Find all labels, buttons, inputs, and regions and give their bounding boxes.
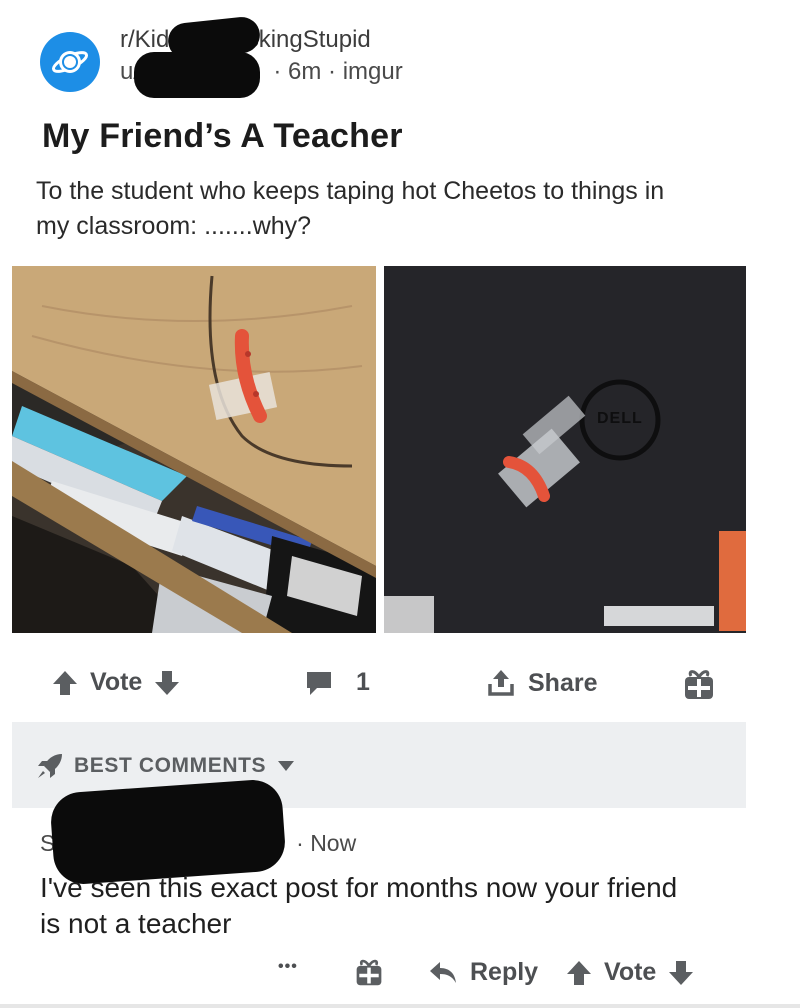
downvote-arrow-icon[interactable] — [154, 669, 180, 697]
post-age: 6m — [288, 58, 322, 85]
comment-downvote-arrow-icon[interactable] — [668, 959, 694, 987]
post-title[interactable]: My Friend’s A Teacher — [42, 117, 403, 156]
comment-award-gift-icon[interactable] — [354, 957, 384, 987]
comments-button[interactable]: 1 — [304, 668, 370, 697]
comment-text: I've seen this exact post for months now… — [40, 872, 678, 939]
comment-upvote-arrow-icon[interactable] — [566, 959, 592, 987]
comment-bubble-icon — [307, 671, 331, 695]
meta-separator: · — [328, 58, 337, 85]
post-source[interactable]: imgur — [343, 58, 403, 85]
share-label: Share — [528, 668, 598, 697]
meta-separator: · — [296, 830, 304, 856]
post-image-desk[interactable] — [12, 266, 376, 633]
post-vote-label: Vote — [90, 668, 143, 696]
comments-sort-dropdown[interactable]: BEST COMMENTS — [36, 752, 296, 780]
post-vote-group: Vote — [52, 668, 180, 697]
desk-photo — [12, 266, 376, 633]
award-gift-icon[interactable] — [682, 667, 716, 701]
comment-vote-group: Vote — [566, 958, 694, 987]
laptop-brand-text: DELL — [597, 410, 643, 427]
rocket-icon — [38, 754, 62, 778]
redaction-mark — [134, 52, 260, 98]
more-dots-icon: ••• — [278, 958, 298, 975]
subreddit-avatar[interactable] — [40, 32, 100, 92]
divider — [0, 1004, 800, 1008]
laptop-photo — [384, 266, 746, 633]
post-image-laptop[interactable]: DELL — [384, 266, 746, 633]
reply-button[interactable]: Reply — [428, 958, 538, 987]
planet-icon — [51, 51, 89, 73]
chevron-down-icon — [278, 761, 295, 771]
comment-age: Now — [310, 830, 357, 856]
reply-label: Reply — [470, 958, 539, 986]
comment-vote-label: Vote — [604, 958, 657, 986]
comments-sort-label: BEST COMMENTS — [74, 754, 267, 777]
upvote-arrow-icon[interactable] — [52, 669, 78, 697]
reply-arrow-icon — [430, 961, 456, 983]
meta-separator: · — [273, 58, 282, 85]
comment-count: 1 — [356, 668, 370, 696]
comment-more-button[interactable]: ••• — [278, 958, 298, 976]
share-icon — [488, 670, 514, 696]
post-body: To the student who keeps taping hot Chee… — [36, 177, 665, 240]
share-button[interactable]: Share — [486, 668, 597, 698]
